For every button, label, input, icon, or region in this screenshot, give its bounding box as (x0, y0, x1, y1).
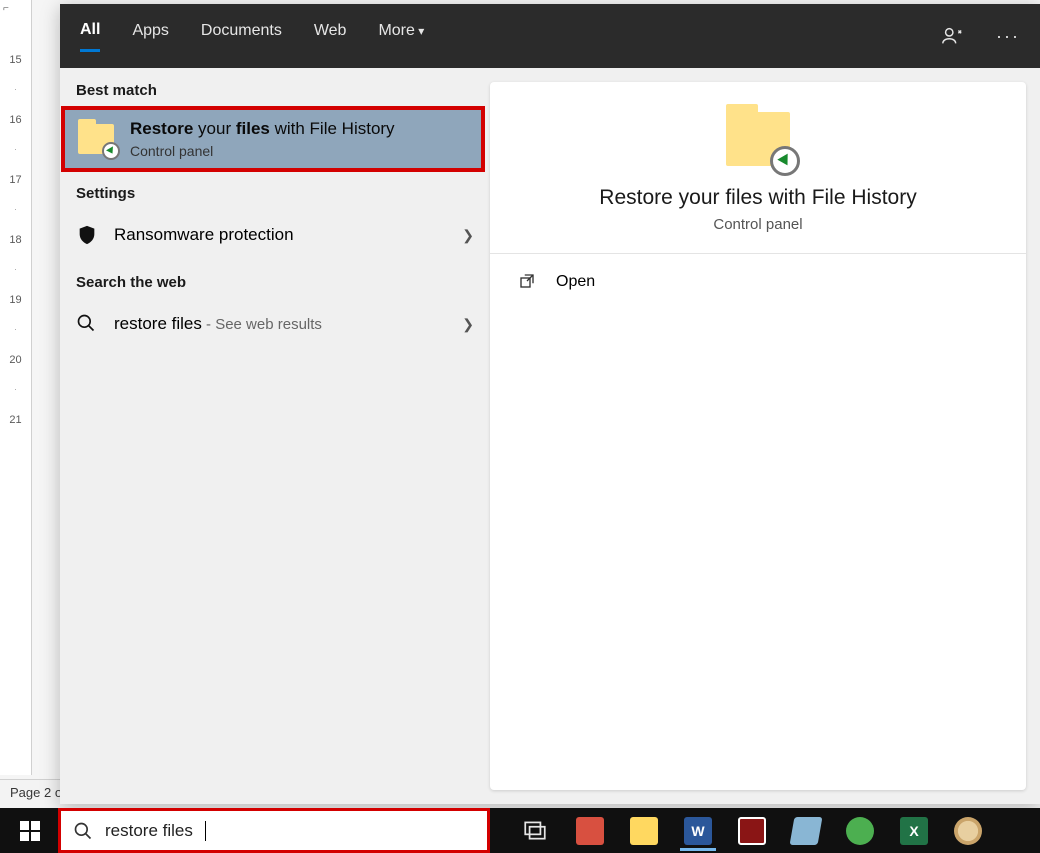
word-app-button[interactable]: W (684, 817, 712, 845)
ruler-tick: 17 (0, 160, 31, 200)
preview-title: Restore your files with File History (599, 186, 916, 210)
taskbar-app-green[interactable] (846, 817, 874, 845)
ruler-tick: 20 (0, 340, 31, 380)
ruler-tick: 19 (0, 280, 31, 320)
settings-label: Settings (60, 171, 490, 210)
more-options-icon[interactable]: ··· (996, 24, 1020, 48)
tab-documents[interactable]: Documents (201, 22, 282, 50)
results-column: Best match Restore your files with File … (60, 68, 490, 804)
web-result-label: restore files - See web results (114, 314, 446, 334)
file-history-icon (726, 112, 790, 166)
web-result-item[interactable]: restore files - See web results ❯ (60, 299, 490, 349)
vertical-ruler: ⌐ 15 · 16 · 17 · 18 · 19 · 20 · 21 (0, 0, 32, 775)
chevron-right-icon: ❯ (462, 227, 474, 244)
taskbar-app-1[interactable] (576, 817, 604, 845)
tab-apps[interactable]: Apps (132, 22, 168, 50)
ruler-tick: 21 (0, 400, 31, 440)
open-icon (518, 272, 538, 292)
taskbar-app-book[interactable] (790, 817, 823, 845)
page-indicator: Page 2 o (10, 785, 62, 800)
search-flyout: All Apps Documents Web More ··· Best mat… (60, 4, 1040, 804)
search-value: restore files (105, 821, 193, 841)
best-match-label: Best match (60, 68, 490, 107)
file-history-icon (78, 124, 114, 154)
chevron-right-icon: ❯ (462, 316, 474, 333)
taskbar-search-input[interactable]: restore files (60, 810, 488, 851)
preview-pane: Restore your files with File History Con… (490, 82, 1026, 790)
best-match-result[interactable]: Restore your files with File History Con… (62, 107, 484, 171)
search-icon (73, 821, 93, 841)
paint-app-button[interactable] (954, 817, 982, 845)
search-icon (76, 313, 98, 335)
shield-icon (76, 224, 98, 246)
windows-logo-icon (20, 821, 40, 841)
search-tabs: All Apps Documents Web More ··· (60, 4, 1040, 68)
start-button[interactable] (0, 808, 60, 853)
search-web-label: Search the web (60, 260, 490, 299)
taskbar: restore files W X (0, 808, 1040, 853)
file-explorer-button[interactable] (630, 817, 658, 845)
tab-web[interactable]: Web (314, 22, 347, 50)
recorder-app-button[interactable] (738, 817, 766, 845)
open-label: Open (556, 273, 595, 291)
excel-app-button[interactable]: X (900, 817, 928, 845)
settings-item-ransomware[interactable]: Ransomware protection ❯ (60, 210, 490, 260)
preview-subtitle: Control panel (713, 216, 802, 233)
tab-more[interactable]: More (378, 22, 424, 50)
ruler-corner-icon: ⌐ (3, 3, 9, 14)
feedback-icon[interactable] (940, 24, 964, 48)
ruler-tick: 15 (0, 40, 31, 80)
ruler-tick: 18 (0, 220, 31, 260)
settings-item-label: Ransomware protection (114, 225, 446, 245)
open-action[interactable]: Open (490, 254, 1026, 310)
tab-all[interactable]: All (80, 21, 100, 52)
result-text: Restore your files with File History Con… (130, 119, 395, 159)
ruler-tick: 16 (0, 100, 31, 140)
task-view-button[interactable] (522, 817, 550, 845)
